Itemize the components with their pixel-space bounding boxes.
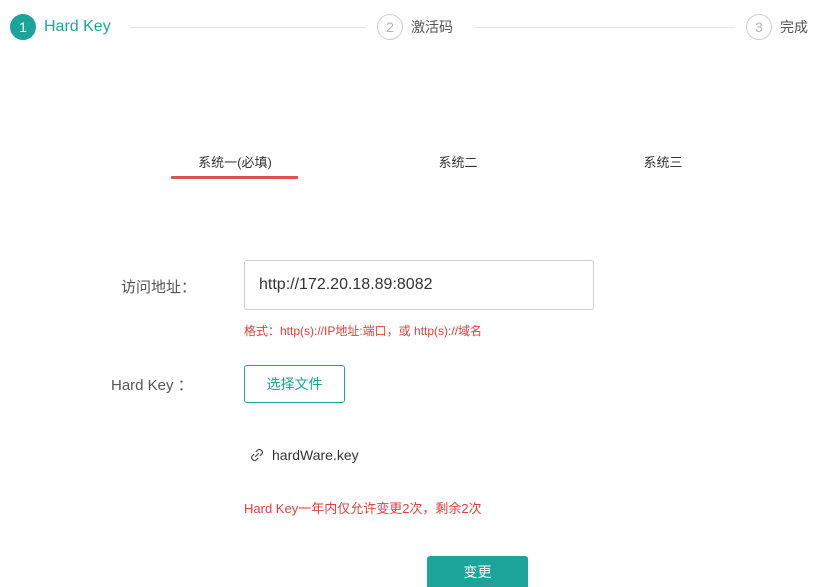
- step-hard-key: 1 Hard Key: [10, 13, 111, 41]
- choose-file-button[interactable]: 选择文件: [244, 365, 345, 403]
- change-button[interactable]: 变更: [427, 556, 528, 587]
- tab-system-three[interactable]: 系统三: [638, 152, 688, 171]
- link-icon: [250, 448, 264, 462]
- address-label: 访问地址：: [121, 279, 197, 296]
- step-number-2: 2: [377, 14, 403, 40]
- tab-system-one[interactable]: 系统一(必填): [193, 152, 277, 171]
- selected-file: hardWare.key: [250, 447, 359, 463]
- step-connector-2: [475, 27, 735, 28]
- step-connector-1: [130, 27, 366, 28]
- step-complete: 3 完成: [746, 13, 808, 41]
- active-tab-indicator: [171, 176, 298, 179]
- hard-key-label: Hard Key ：: [111, 377, 193, 394]
- change-limit-notice: Hard Key一年内仅允许变更2次，剩余2次: [244, 501, 482, 516]
- step-activation-code: 2 激活码: [377, 13, 453, 41]
- stepper: 1 Hard Key 2 激活码 3 完成: [0, 0, 819, 56]
- address-format-hint: 格式：http(s)://IP地址:端口，或 http(s)://域名: [244, 324, 483, 338]
- step-number-3: 3: [746, 14, 772, 40]
- file-name: hardWare.key: [272, 447, 359, 463]
- step-label-2: 激活码: [411, 19, 453, 35]
- step-label-3: 完成: [780, 19, 808, 35]
- step-label-1: Hard Key: [44, 18, 111, 35]
- tab-system-two[interactable]: 系统二: [433, 152, 483, 171]
- step-number-1: 1: [10, 14, 36, 40]
- address-input[interactable]: [244, 260, 594, 310]
